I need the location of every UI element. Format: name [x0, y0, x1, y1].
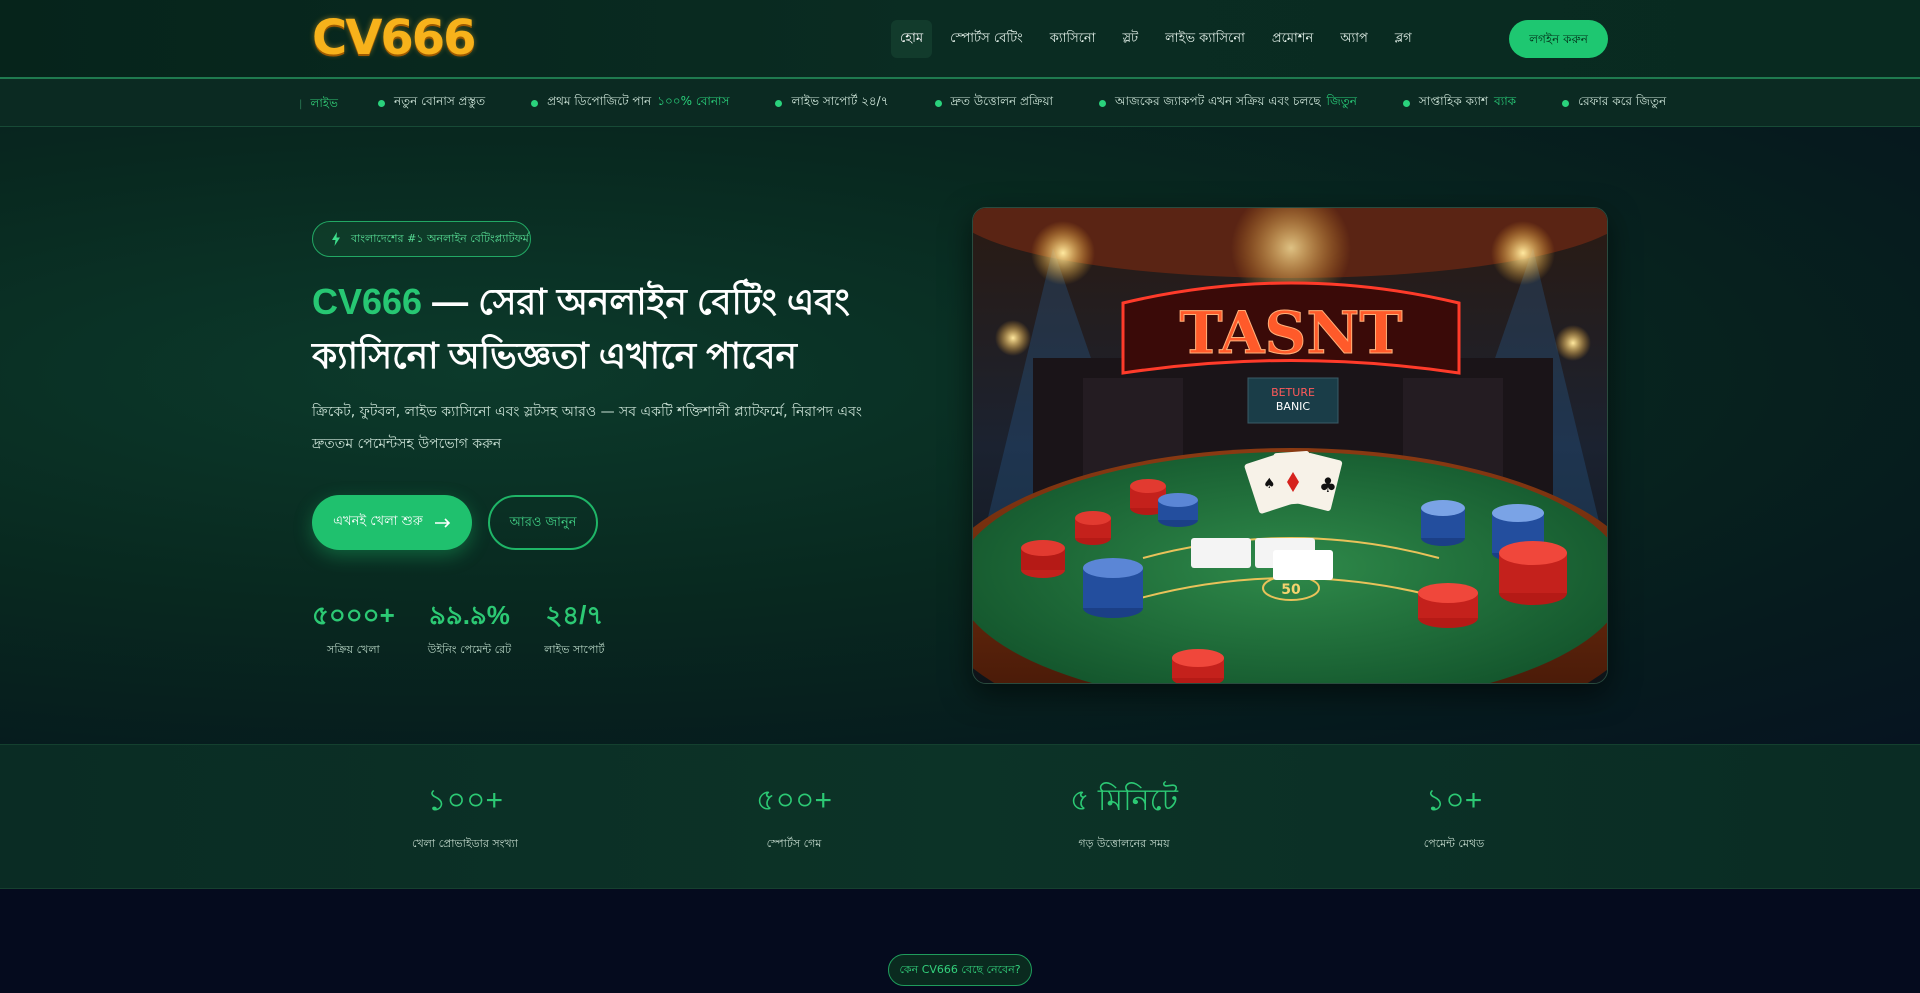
- nav-item-promotions[interactable]: প্রমোশন: [1263, 20, 1322, 58]
- ticker-item-text: দ্রুত উত্তোলন প্রক্রিয়া: [950, 94, 1054, 108]
- band-stat-label: খেলা প্রোভাইডার সংখ্যা: [412, 837, 518, 850]
- ticker-item[interactable]: রেফার করে জিতুন: [1562, 93, 1666, 113]
- start-playing-button[interactable]: এখনই খেলা শুরু: [312, 495, 472, 550]
- hero-stat-label: সক্রিয় খেলা: [327, 643, 380, 656]
- hero-section: বাংলাদেশের #১ অনলাইন বেটিংপ্ল্যাটফর্ম CV…: [0, 127, 1920, 745]
- ticker-item-text: লাইভ সাপোর্ট ২৪/৭: [791, 94, 889, 108]
- ticker-item[interactable]: আজকের জ্যাকপট এখন সক্রিয় এবং চলছে জিতুন: [1099, 93, 1357, 113]
- hero-stat: ৫০০০+ সক্রিয় খেলা: [312, 599, 395, 660]
- why-section: কেন CV666 বেছে নেবেন?: [0, 889, 1920, 993]
- login-button[interactable]: লগইন করুন: [1509, 20, 1608, 58]
- hero-title: CV666 — সেরা অনলাইন বেটিং এবং ক্যাসিনো অ…: [312, 275, 952, 383]
- main-nav: হোম স্পোর্টস বেটিং ক্যাসিনো স্লট লাইভ ক্…: [891, 20, 1430, 58]
- nav-item-sports-betting[interactable]: স্পোর্টস বেটিং: [941, 20, 1032, 58]
- ticker-item-text: আজকের জ্যাকপট এখন সক্রিয় এবং চলছে: [1115, 94, 1321, 108]
- bullet-dot-icon: [1402, 99, 1410, 107]
- ticker-item-text: সাপ্তাহিক ক্যাশ: [1418, 94, 1489, 108]
- ticker-item[interactable]: দ্রুত উত্তোলন প্রক্রিয়া: [934, 93, 1054, 113]
- svg-text:50: 50: [1281, 582, 1301, 598]
- band-stat-value: ৫ মিনিটে: [1070, 784, 1178, 817]
- casino-sign-text: TASNT: [1179, 299, 1402, 367]
- learn-more-button[interactable]: আরও জানুন: [488, 495, 598, 550]
- ticker-item[interactable]: লাইভ সাপোর্ট ২৪/৭: [775, 93, 889, 113]
- band-stat-label: স্পোর্টস গেম: [766, 837, 822, 850]
- ticker-item-text: প্রথম ডিপোজিটে পান: [547, 94, 652, 108]
- nav-item-casino[interactable]: ক্যাসিনো: [1041, 20, 1105, 58]
- ticker-item[interactable]: প্রথম ডিপোজিটে পান ১০০% বোনাস: [531, 93, 729, 113]
- news-ticker: লাইভ নতুন বোনাস প্রস্তুত প্রথম ডিপোজিটে …: [0, 79, 1920, 127]
- hero-title-brand: CV666: [312, 281, 423, 322]
- band-stat: ৫০০+ স্পোর্টস গেম: [694, 783, 894, 854]
- bullet-dot-icon: [378, 99, 385, 107]
- band-stat-label: পেমেন্ট মেথড: [1423, 837, 1485, 850]
- casino-table-image: TASNT BETURE BANIC 50 ♣ ♠: [972, 207, 1608, 684]
- ticker-item-text: রেফার করে জিতুন: [1578, 94, 1667, 108]
- bullet-dot-icon: [775, 99, 783, 107]
- ticker-item-highlight: ১০০% বোনাস: [657, 94, 730, 108]
- hero-stat-value: ৫০০০+: [312, 600, 395, 630]
- ticker-item-highlight: জিতুন: [1326, 94, 1357, 108]
- band-stat-value: ১০+: [1425, 784, 1483, 817]
- casino-illustration: TASNT BETURE BANIC 50 ♣ ♠: [973, 208, 1607, 683]
- bullet-dot-icon: [1562, 99, 1570, 107]
- ticker-list: নতুন বোনাস প্রস্তুত প্রথম ডিপোজিটে পান ১…: [378, 79, 1712, 127]
- nav-item-app[interactable]: অ্যাপ: [1331, 20, 1377, 58]
- hero-badge: বাংলাদেশের #১ অনলাইন বেটিংপ্ল্যাটফর্ম: [312, 221, 531, 257]
- bullet-dot-icon: [531, 99, 539, 107]
- site-header: CV666 হোম স্পোর্টস বেটিং ক্যাসিনো স্লট ল…: [0, 0, 1920, 79]
- nav-item-blog[interactable]: ব্লগ: [1386, 20, 1421, 58]
- nav-item-live-casino[interactable]: লাইভ ক্যাসিনো: [1156, 20, 1254, 58]
- band-stat-value: ১০০+: [427, 784, 503, 817]
- why-choose-pill: কেন CV666 বেছে নেবেন?: [888, 954, 1032, 986]
- hero-stat: ২৪/৭ লাইভ সাপোর্ট: [544, 599, 604, 660]
- site-logo[interactable]: CV666: [312, 10, 477, 66]
- hero-stat-label: উইনিং পেমেন্ট রেট: [427, 643, 512, 656]
- ticker-item[interactable]: নতুন বোনাস প্রস্তুত: [378, 93, 485, 113]
- hero-description: ক্রিকেট, ফুটবল, লাইভ ক্যাসিনো এবং স্লটসহ…: [312, 404, 862, 452]
- nav-item-home[interactable]: হোম: [891, 20, 933, 58]
- bullet-dot-icon: [934, 99, 942, 107]
- lightning-bolt-icon: [332, 232, 340, 246]
- svg-text:BETURE: BETURE: [1271, 386, 1315, 399]
- ticker-live-tag: লাইভ: [299, 79, 338, 127]
- band-stat-value: ৫০০+: [756, 784, 832, 817]
- hero-badge-text: বাংলাদেশের #১ অনলাইন বেটিংপ্ল্যাটফর্ম: [351, 231, 529, 245]
- band-stat: ১০০+ খেলা প্রোভাইডার সংখ্যা: [365, 783, 565, 854]
- band-stat: ১০+ পেমেন্ট মেথড: [1354, 783, 1554, 854]
- hero-stat-value: ৯৯.৯%: [428, 600, 510, 630]
- hero-stat-value: ২৪/৭: [545, 600, 604, 630]
- hero-stat-label: লাইভ সাপোর্ট: [544, 643, 605, 656]
- arrow-right-icon: [434, 517, 450, 528]
- stats-band: ১০০+ খেলা প্রোভাইডার সংখ্যা ৫০০+ স্পোর্ট…: [0, 745, 1920, 889]
- ticker-item-highlight: ব্যাক: [1494, 94, 1517, 108]
- band-stat: ৫ মিনিটে গড় উত্তোলনের সময়: [1024, 783, 1224, 854]
- svg-text:♠: ♠: [1263, 476, 1276, 492]
- bullet-dot-icon: [1099, 99, 1106, 107]
- start-playing-label: এখনই খেলা শুরু: [333, 514, 423, 529]
- ticker-item[interactable]: সাপ্তাহিক ক্যাশ ব্যাক: [1402, 93, 1517, 113]
- svg-text:♣: ♣: [1319, 473, 1337, 497]
- svg-text:BANIC: BANIC: [1276, 400, 1311, 413]
- band-stat-label: গড় উত্তোলনের সময়: [1078, 837, 1170, 850]
- hero-stat: ৯৯.৯% উইনিং পেমেন্ট রেট: [428, 599, 511, 660]
- ticker-item-text: নতুন বোনাস প্রস্তুত: [394, 94, 486, 108]
- nav-item-slots[interactable]: স্লট: [1113, 20, 1147, 58]
- hero-stats: ৫০০০+ সক্রিয় খেলা ৯৯.৯% উইনিং পেমেন্ট র…: [312, 599, 637, 660]
